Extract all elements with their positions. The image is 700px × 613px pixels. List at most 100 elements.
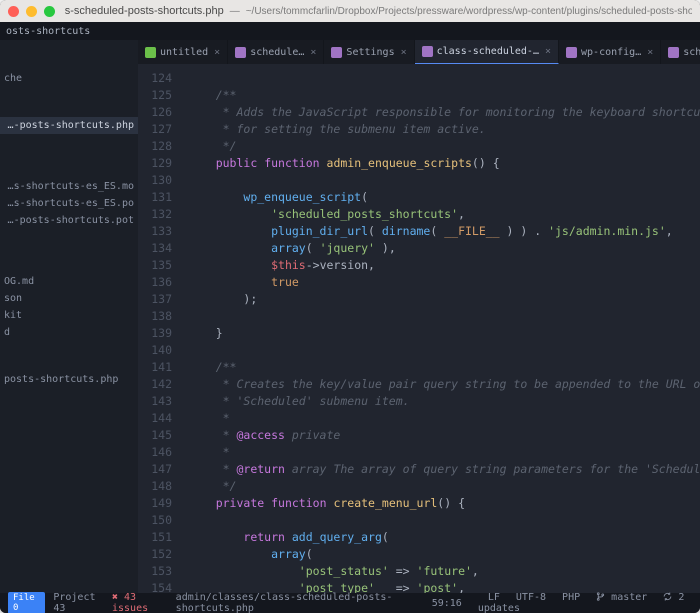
code-line[interactable]: true [188,274,700,291]
line-number: 125 [138,87,172,104]
close-tab-icon[interactable]: × [401,47,407,58]
status-issues[interactable]: ✖ 43 issues [112,592,168,613]
status-language[interactable]: PHP [562,592,580,603]
status-cursor: 59:16 [432,598,462,609]
code-source[interactable]: /** * Adds the JavaScript responsible fo… [182,64,700,593]
file-tree-item[interactable]: id-posts-shortcuts-es_ES.po [0,195,138,212]
line-number: 134 [138,240,172,257]
code-line[interactable]: * Adds the JavaScript responsible for mo… [188,104,700,121]
file-tree-item-label: id-posts-shortcuts-es_ES.po [0,198,134,209]
file-tree-item-label: id-posts-shortcuts.pot [2,215,134,226]
code-editor[interactable]: 1241251261271281291301311321331341351361… [138,64,700,593]
line-number: 146 [138,444,172,461]
line-number: 152 [138,546,172,563]
close-tab-icon[interactable]: × [310,47,316,58]
editor-tab[interactable]: wp-config… × [559,40,661,64]
status-file-pill[interactable]: File 0 [8,592,45,613]
line-number: 151 [138,529,172,546]
file-tree-item[interactable]: OG.md [0,273,138,290]
editor-tab-label: schedule… [683,47,700,58]
code-line[interactable] [188,342,700,359]
php-file-icon [331,47,342,58]
file-tree-item[interactable]: posts-shortcuts.php [0,371,138,388]
code-line[interactable]: */ [188,138,700,155]
file-tree-item[interactable]: che [0,70,138,87]
code-line[interactable]: * Creates the key/value pair query strin… [188,376,700,393]
code-line[interactable]: * [188,444,700,461]
close-window-button[interactable] [8,6,19,17]
code-line[interactable]: * 'Scheduled' submenu item. [188,393,700,410]
close-tab-icon[interactable]: × [545,46,551,57]
code-line[interactable]: */ [188,478,700,495]
code-line[interactable]: ); [188,291,700,308]
code-line[interactable]: public function admin_enqueue_scripts() … [188,155,700,172]
line-number: 142 [138,376,172,393]
line-number: 143 [138,393,172,410]
file-tree-item[interactable]: d [0,324,138,341]
editor-tab[interactable]: Settings × [324,40,414,64]
file-tree-item-label: che [4,73,22,84]
status-project[interactable]: Project 43 [53,592,104,613]
file-tree-item[interactable]: id-posts-shortcuts.pot [0,212,138,229]
editor-tab-label: Settings [346,47,394,58]
php-file-icon [235,47,246,58]
status-line-endings[interactable]: LF [488,592,500,603]
code-line[interactable] [188,70,700,87]
code-line[interactable]: 'post_status' => 'future', [188,563,700,580]
code-line[interactable]: * @access private [188,427,700,444]
title-path: ~/Users/tommcfarlin/Dropbox/Projects/pre… [246,6,692,17]
window-title: class-scheduled-posts-shortcuts.php — ~/… [65,5,692,17]
code-line[interactable]: array( 'jquery' ), [188,240,700,257]
tab-bar: untitled×schedule…×Settings×class-schedu… [138,40,700,64]
app-window: class-scheduled-posts-shortcuts.php — ~/… [0,0,700,613]
close-tab-icon[interactable]: × [647,47,653,58]
file-tree-item-label: d [4,327,10,338]
status-encoding[interactable]: UTF-8 [516,592,546,603]
editor-tab[interactable]: schedule…× [661,40,700,64]
file-tree-item[interactable]: kit [0,307,138,324]
code-line[interactable]: private function create_menu_url() { [188,495,700,512]
code-line[interactable]: 'scheduled_posts_shortcuts', [188,206,700,223]
editor-tab[interactable]: untitled× [138,40,228,64]
code-line[interactable]: /** [188,87,700,104]
code-line[interactable]: array( [188,546,700,563]
status-branch[interactable]: master [596,592,653,603]
code-line[interactable]: wp_enqueue_script( [188,189,700,206]
close-tab-icon[interactable]: × [214,47,220,58]
code-line[interactable]: * @return array The array of query strin… [188,461,700,478]
code-line[interactable]: } [188,325,700,342]
line-number: 130 [138,172,172,189]
git-branch-icon [596,592,605,601]
code-line[interactable]: return add_query_arg( [188,529,700,546]
file-tree-item[interactable]: scheduled-posts-shortcuts.php [0,117,138,134]
code-line[interactable]: $this->version, [188,257,700,274]
line-number: 144 [138,410,172,427]
code-line[interactable] [188,308,700,325]
editor-tab-label: wp-config… [581,47,641,58]
file-tree-item[interactable]: son [0,290,138,307]
file-tree[interactable]: che scheduled-posts-shortcuts.php id-posts… [0,40,138,593]
file-tree-item-label: id-posts-shortcuts-es_ES.mo [0,181,134,192]
line-number: 147 [138,461,172,478]
editor-tab[interactable]: schedule…× [228,40,324,64]
minimize-window-button[interactable] [26,6,37,17]
line-number: 128 [138,138,172,155]
project-header-label: osts-shortcuts [6,26,90,37]
editor-tab[interactable]: class-scheduled-… × [415,40,559,64]
code-line[interactable]: /** [188,359,700,376]
code-line[interactable] [188,512,700,529]
editor-pane: untitled×schedule…×Settings×class-schedu… [138,40,700,593]
line-number: 149 [138,495,172,512]
code-line[interactable]: * for setting the submenu item active. [188,121,700,138]
php-file-icon [566,47,577,58]
code-line[interactable] [188,172,700,189]
editor-tab-label: class-scheduled-… [437,46,539,57]
status-updates[interactable]: 2 updates [478,592,685,613]
line-number: 135 [138,257,172,274]
code-line[interactable]: * [188,410,700,427]
file-tree-item[interactable]: id-posts-shortcuts-es_ES.mo [0,178,138,195]
code-line[interactable]: plugin_dir_url( dirname( __FILE__ ) ) . … [188,223,700,240]
main-split: che scheduled-posts-shortcuts.php id-posts… [0,40,700,593]
zoom-window-button[interactable] [44,6,55,17]
status-filepath[interactable]: admin/classes/class-scheduled-posts-shor… [176,592,424,613]
